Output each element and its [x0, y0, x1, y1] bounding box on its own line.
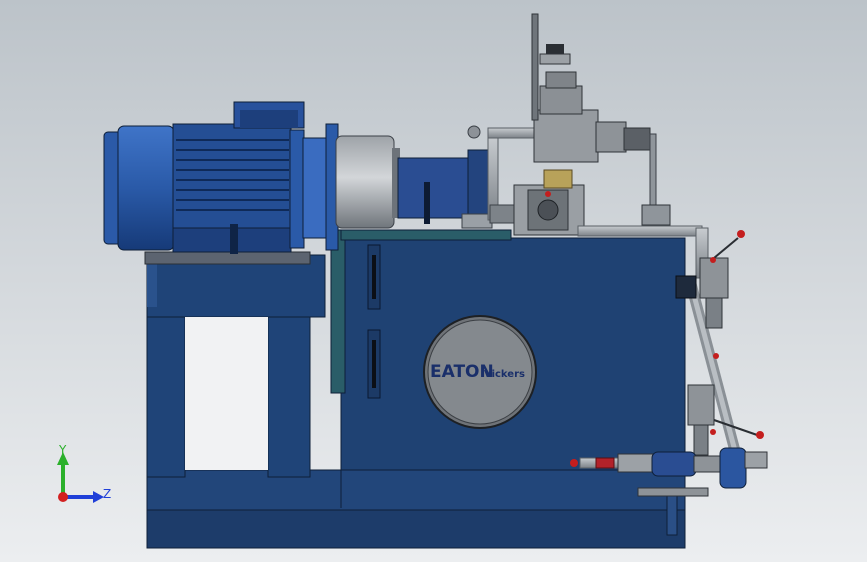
lower-side-handle[interactable]: [756, 431, 764, 439]
cleanout-cover: EATON Vickers: [423, 315, 537, 429]
drain-handle[interactable]: [570, 459, 578, 467]
triad-origin: [58, 492, 68, 502]
motor-stand-frame: [144, 251, 326, 478]
base-skid: [146, 469, 686, 549]
hydraulic-power-unit-model: EATON Vickers Y Z: [0, 0, 867, 562]
y-axis-label: Y: [58, 443, 67, 457]
vickers-logo-text: Vickers: [484, 369, 525, 380]
z-axis-label: Z: [103, 487, 111, 501]
cad-viewport[interactable]: EATON Vickers Y Z: [0, 0, 867, 562]
hydraulic-pump: [397, 149, 493, 229]
upper-side-handle[interactable]: [737, 230, 745, 238]
